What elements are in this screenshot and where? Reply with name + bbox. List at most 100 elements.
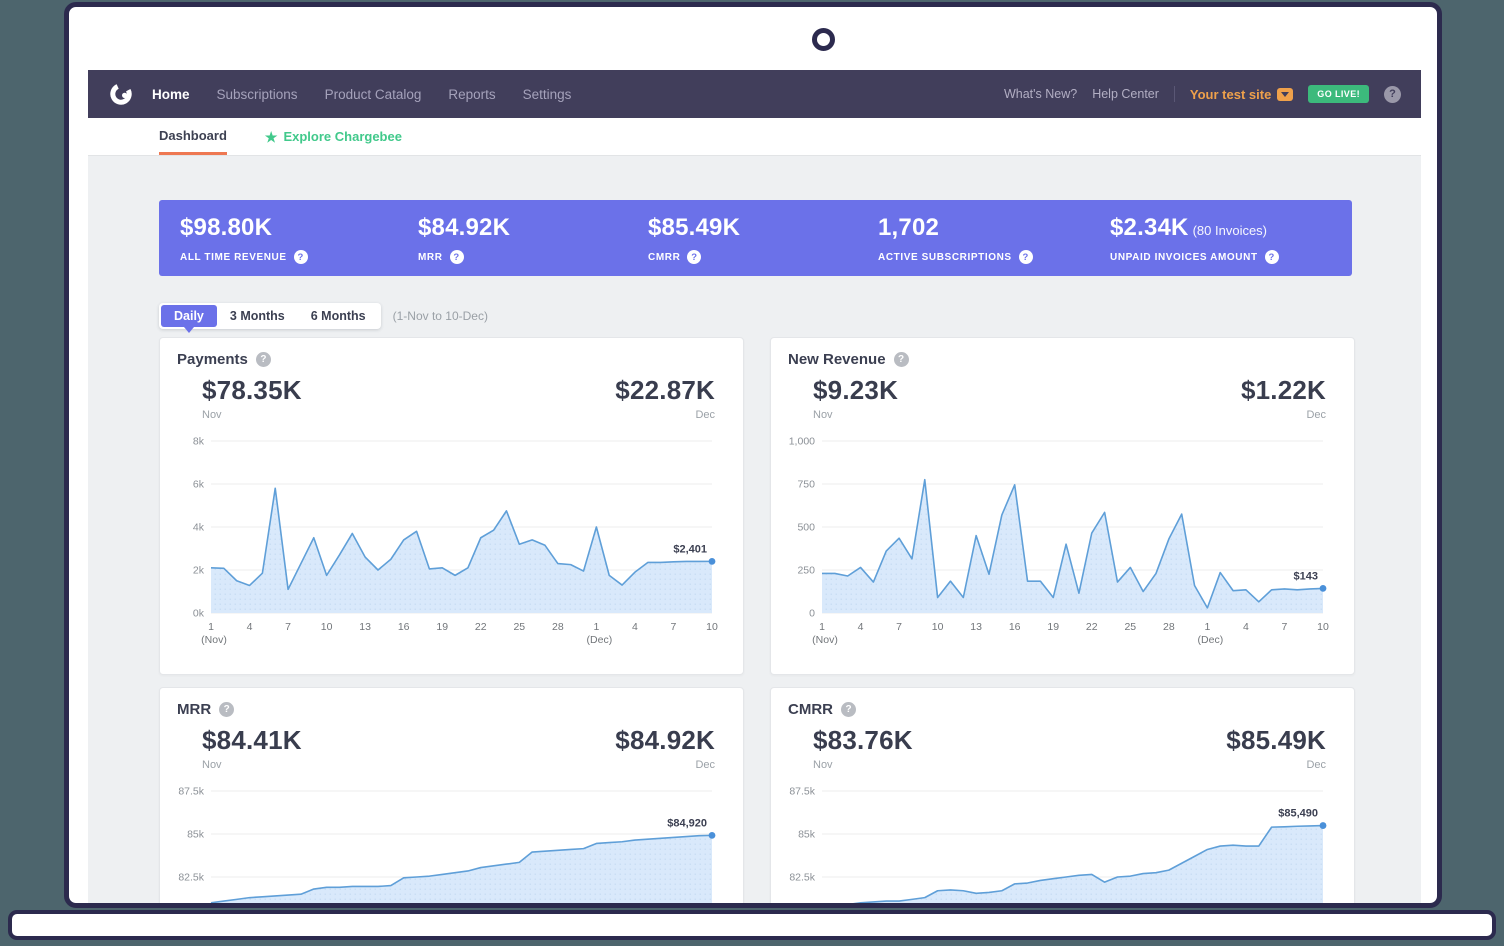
- help-circle-icon[interactable]: ?: [256, 352, 271, 367]
- payments-area-chart: 0k2k4k6k8k1(Nov)47101316192225281(Dec)47…: [174, 433, 731, 647]
- svg-text:1: 1: [208, 621, 214, 633]
- explore-chargebee-link[interactable]: ★ Explore Chargebee: [265, 118, 402, 155]
- nov-value: $83.76K: [813, 725, 913, 756]
- nav-right-group: What's New? Help Center Your test site G…: [1004, 85, 1401, 103]
- svg-text:500: 500: [797, 522, 815, 534]
- svg-text:7: 7: [671, 621, 677, 633]
- card-title: Payments: [177, 351, 248, 368]
- dec-value: $22.87K: [615, 375, 715, 406]
- mrr-card: MRR ? $84.41K Nov $84.92K Dec 80k82.5k85…: [159, 687, 744, 903]
- camera-icon: [812, 28, 835, 51]
- filter-6-months[interactable]: 6 Months: [298, 305, 379, 327]
- card-title: MRR: [177, 701, 211, 718]
- whats-new-link[interactable]: What's New?: [1004, 87, 1077, 101]
- stat-label: UNPAID INVOICES AMOUNT: [1110, 252, 1258, 263]
- nav-item-settings[interactable]: Settings: [523, 87, 572, 102]
- svg-text:1,000: 1,000: [789, 436, 815, 448]
- svg-text:7: 7: [285, 621, 291, 633]
- svg-text:7: 7: [896, 621, 902, 633]
- top-navbar: Home Subscriptions Product Catalog Repor…: [88, 70, 1421, 118]
- help-circle-icon[interactable]: ?: [1384, 86, 1401, 103]
- svg-text:13: 13: [359, 621, 371, 633]
- stat-cmrr: $85.49K CMRR ?: [648, 214, 740, 264]
- help-circle-icon[interactable]: ?: [219, 702, 234, 717]
- dec-value: $1.22K: [1241, 375, 1326, 406]
- help-circle-icon[interactable]: ?: [894, 352, 909, 367]
- svg-text:13: 13: [970, 621, 982, 633]
- help-circle-icon[interactable]: ?: [294, 250, 308, 264]
- filter-3-months[interactable]: 3 Months: [217, 305, 298, 327]
- site-switcher[interactable]: Your test site: [1190, 87, 1293, 102]
- help-circle-icon[interactable]: ?: [1019, 250, 1033, 264]
- help-circle-icon[interactable]: ?: [841, 702, 856, 717]
- svg-text:28: 28: [552, 621, 564, 633]
- nav-item-product-catalog[interactable]: Product Catalog: [325, 87, 422, 102]
- svg-text:4: 4: [632, 621, 638, 633]
- svg-text:87.5k: 87.5k: [178, 786, 204, 798]
- help-circle-icon[interactable]: ?: [450, 250, 464, 264]
- svg-text:82.5k: 82.5k: [178, 872, 204, 884]
- nav-menu: Home Subscriptions Product Catalog Repor…: [152, 87, 571, 102]
- svg-text:$84,920: $84,920: [667, 817, 707, 829]
- stat-value: 1,702: [878, 214, 939, 241]
- svg-text:22: 22: [1086, 621, 1098, 633]
- nov-label: Nov: [813, 409, 898, 421]
- star-icon: ★: [265, 130, 278, 144]
- go-live-button[interactable]: GO LIVE!: [1308, 85, 1369, 103]
- card-title: New Revenue: [788, 351, 886, 368]
- payments-card: Payments ? $78.35K Nov $22.87K Dec 0k2k4…: [159, 337, 744, 675]
- filter-daily[interactable]: Daily: [161, 305, 217, 327]
- nav-item-reports[interactable]: Reports: [448, 87, 495, 102]
- svg-text:4: 4: [858, 621, 864, 633]
- dashboard-content: $98.80K ALL TIME REVENUE ? $84.92K MRR ?…: [88, 156, 1421, 903]
- svg-text:22: 22: [475, 621, 487, 633]
- stat-value: $98.80K: [180, 214, 272, 241]
- help-circle-icon[interactable]: ?: [1265, 250, 1279, 264]
- svg-text:87.5k: 87.5k: [789, 786, 815, 798]
- svg-text:10: 10: [706, 621, 718, 633]
- svg-text:25: 25: [513, 621, 525, 633]
- cmrr-card: CMRR ? $83.76K Nov $85.49K Dec 80k82.5k8…: [770, 687, 1355, 903]
- nav-item-subscriptions[interactable]: Subscriptions: [217, 87, 298, 102]
- svg-text:0k: 0k: [193, 608, 205, 620]
- svg-text:2k: 2k: [193, 565, 205, 577]
- svg-text:82.5k: 82.5k: [789, 872, 815, 884]
- svg-text:10: 10: [321, 621, 333, 633]
- nav-item-home[interactable]: Home: [152, 87, 190, 102]
- svg-text:85k: 85k: [187, 829, 205, 841]
- kpi-banner: $98.80K ALL TIME REVENUE ? $84.92K MRR ?…: [159, 200, 1352, 276]
- nov-label: Nov: [813, 759, 913, 771]
- svg-text:1: 1: [593, 621, 599, 633]
- svg-text:28: 28: [1163, 621, 1175, 633]
- svg-text:$85,490: $85,490: [1278, 808, 1318, 820]
- svg-text:16: 16: [398, 621, 410, 633]
- dec-value: $84.92K: [615, 725, 715, 756]
- new-revenue-card: New Revenue ? $9.23K Nov $1.22K Dec 0250…: [770, 337, 1355, 675]
- date-range-label: (1-Nov to 10-Dec): [393, 309, 488, 323]
- dec-label: Dec: [615, 409, 715, 421]
- sub-navigation: Dashboard ★ Explore Chargebee: [88, 118, 1421, 156]
- svg-text:8k: 8k: [193, 436, 205, 448]
- help-center-link[interactable]: Help Center: [1092, 87, 1159, 101]
- svg-text:4: 4: [1243, 621, 1249, 633]
- nov-value: $84.41K: [202, 725, 302, 756]
- nov-value: $78.35K: [202, 375, 302, 406]
- tab-dashboard[interactable]: Dashboard: [159, 118, 227, 155]
- stat-label: ACTIVE SUBSCRIPTIONS: [878, 252, 1012, 263]
- svg-text:(Nov): (Nov): [201, 634, 227, 646]
- svg-text:6k: 6k: [193, 479, 205, 491]
- stat-mrr: $84.92K MRR ?: [418, 214, 510, 264]
- svg-text:7: 7: [1282, 621, 1288, 633]
- chargebee-logo-icon[interactable]: [108, 81, 134, 107]
- svg-text:19: 19: [436, 621, 448, 633]
- help-circle-icon[interactable]: ?: [687, 250, 701, 264]
- nov-value: $9.23K: [813, 375, 898, 406]
- chargebee-dashboard-app: Home Subscriptions Product Catalog Repor…: [88, 70, 1421, 903]
- svg-text:(Dec): (Dec): [1198, 634, 1224, 646]
- dec-label: Dec: [1226, 759, 1326, 771]
- stat-value: $84.92K: [418, 214, 510, 241]
- new-revenue-area-chart: 02505007501,0001(Nov)47101316192225281(D…: [785, 433, 1342, 647]
- svg-text:25: 25: [1124, 621, 1136, 633]
- stat-all-time-revenue: $98.80K ALL TIME REVENUE ?: [180, 214, 308, 264]
- stat-label: CMRR: [648, 252, 680, 263]
